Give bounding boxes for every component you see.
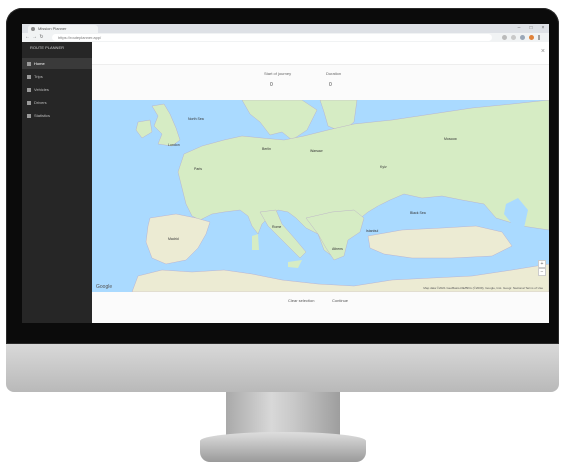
map-label: London [168,143,180,147]
map-label: Berlin [262,147,271,151]
map-label: Rome [272,225,281,229]
sidebar-item-trips[interactable]: Trips [22,71,92,82]
continue-button[interactable]: Continue [332,295,348,307]
back-icon[interactable]: ← [24,33,31,42]
map-label: Warsaw [310,149,323,153]
monitor-stand-neck [226,392,340,436]
sidebar-item-label: Vehicles [34,87,49,92]
brand-logo: ROUTE PLANNER [30,45,65,50]
tab-title: Mission Planner [38,26,67,31]
screen: Mission Planner – □ × ← → ↻ https://rout… [22,24,549,323]
list-icon [27,75,31,79]
land-anatolia [367,225,513,259]
sidebar-item-label: Drivers [34,100,47,105]
start-label: Start of journey [264,71,292,76]
clear-selection-button[interactable]: Clear selection [288,295,314,307]
map-label: North Sea [188,117,204,121]
app: ROUTE PLANNER Home Trips Vehicles Driver… [22,42,549,323]
google-logo: Google [96,284,113,290]
close-icon[interactable]: × [541,48,545,55]
sidebar: ROUTE PLANNER Home Trips Vehicles Driver… [22,42,92,323]
map-label: Moscow [444,137,457,141]
map[interactable]: North Sea London Paris Berlin Warsaw Kyi… [92,100,549,292]
land-ireland [135,119,153,139]
address-bar[interactable]: https://routeplanner.app/ [52,34,492,41]
map-label: Paris [194,167,202,171]
journey-fields: Start of journey 0 Duration 0 [92,66,549,94]
duration-value[interactable]: 0 [329,82,332,88]
avatar[interactable] [529,35,534,40]
map-canvas: North Sea London Paris Berlin Warsaw Kyi… [131,100,549,292]
chart-icon [27,114,31,118]
menu-icon[interactable] [538,35,540,40]
minimize-icon[interactable]: – [513,24,525,33]
profile-icon[interactable] [520,35,525,40]
extension-icon[interactable] [511,35,516,40]
sidebar-item-label: Trips [34,74,43,79]
maximize-icon[interactable]: □ [525,24,537,33]
browser-tab[interactable]: Mission Planner [28,25,98,33]
duration-label: Duration [326,71,342,76]
sidebar-item-vehicles[interactable]: Vehicles [22,84,92,95]
user-icon [27,101,31,105]
sidebar-item-label: Home [34,61,45,66]
map-label: Kyiv [380,165,387,169]
page-header: × [92,42,549,65]
forward-icon[interactable]: → [31,33,38,42]
map-attribution[interactable]: Map data ©2021 GeoBasis-DE/BKG (©2009), … [423,286,543,290]
monitor-stand-base [200,432,366,462]
zoom-out-button[interactable]: − [538,268,546,276]
favicon-icon [31,27,35,31]
land-britain [151,103,181,147]
sidebar-item-label: Statistics [34,113,51,118]
home-icon [27,62,31,66]
monitor-chin [6,344,559,392]
map-label: Istanbul [366,229,378,233]
close-icon[interactable]: × [537,24,549,33]
action-bar: Clear selection Continue [92,295,549,307]
zoom-in-button[interactable]: + [538,260,546,268]
browser-toolbar: ← → ↻ https://routeplanner.app/ [22,33,549,42]
land-scandinavia [241,100,318,141]
land-sardinia [252,234,259,250]
map-label: Athens [332,247,343,251]
land-balkans [305,209,365,261]
car-icon [27,88,31,92]
map-label: Madrid [168,237,179,241]
browser-tabstrip: Mission Planner – □ × [22,24,549,33]
start-value[interactable]: 0 [270,82,273,88]
sidebar-item-home[interactable]: Home [22,58,92,69]
reload-icon[interactable]: ↻ [38,33,45,42]
url-text: https://routeplanner.app/ [58,35,102,40]
map-label: Black Sea [410,211,426,215]
bookmark-icon[interactable] [502,35,507,40]
sidebar-item-drivers[interactable]: Drivers [22,97,92,108]
sidebar-item-statistics[interactable]: Statistics [22,110,92,121]
land-sicily [288,260,302,268]
main-content: × Start of journey 0 Duration 0 North Se… [92,42,549,323]
